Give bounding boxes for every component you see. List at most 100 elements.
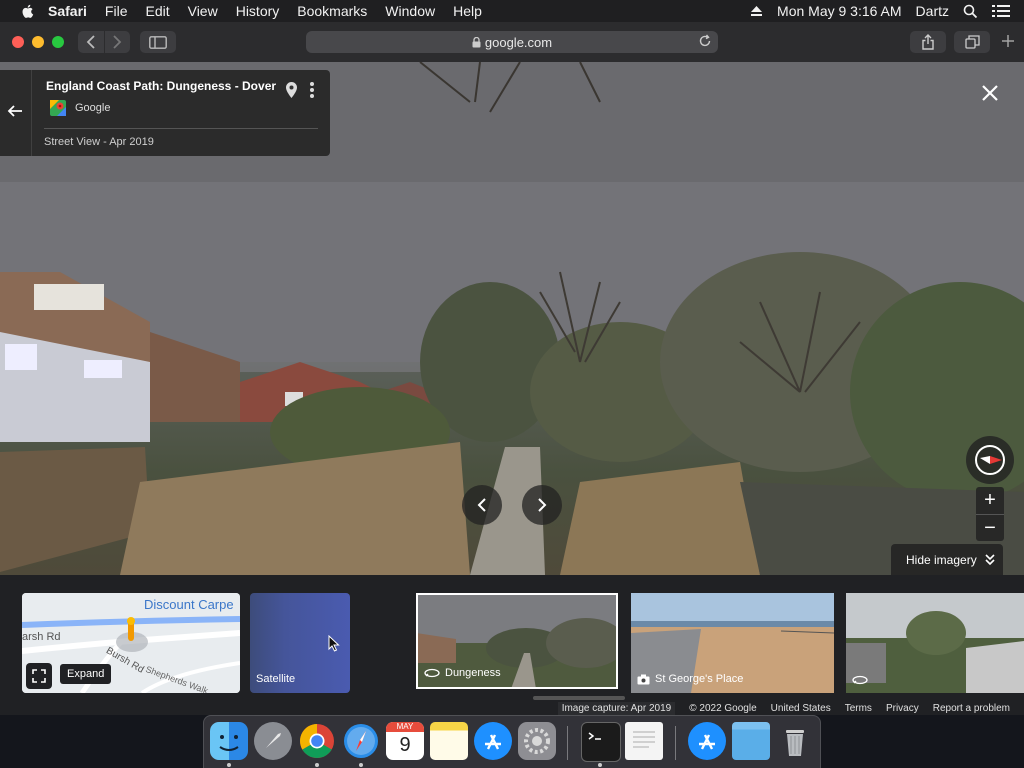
back-button[interactable]	[78, 31, 104, 53]
menu-history[interactable]: History	[236, 3, 280, 19]
safari-logo	[344, 724, 378, 758]
mouse-cursor-icon	[328, 635, 340, 652]
menu-file[interactable]: File	[105, 3, 128, 19]
textedit-icon[interactable]	[625, 722, 663, 760]
satellite-label: Satellite	[256, 673, 296, 685]
finder-icon[interactable]	[210, 722, 248, 760]
expand-icon	[32, 669, 46, 683]
terminal-icon[interactable]	[581, 722, 621, 762]
system-preferences-icon[interactable]	[518, 722, 556, 760]
dock-separator	[675, 726, 676, 760]
document-lines-glyph	[633, 731, 655, 748]
dock-separator	[567, 726, 568, 760]
double-chevron-down-icon	[985, 553, 995, 565]
menubar-clock[interactable]: Mon May 9 3:16 AM	[777, 3, 902, 19]
menu-view[interactable]: View	[188, 3, 218, 19]
map-road-label: arsh Rd	[22, 631, 61, 643]
menu-bookmarks[interactable]: Bookmarks	[297, 3, 367, 19]
apple-icon[interactable]	[20, 3, 36, 19]
menu-edit[interactable]: Edit	[145, 3, 169, 19]
location-pin-icon[interactable]	[285, 81, 298, 99]
360-view-icon	[852, 675, 868, 685]
map-thumbnail[interactable]: Discount Carpe arsh Rd Bursh Rd Shepherd…	[22, 593, 240, 693]
address-bar[interactable]: google.com	[306, 31, 718, 53]
more-options-icon[interactable]	[309, 81, 315, 99]
close-window-button[interactable]	[12, 36, 24, 48]
share-icon	[922, 34, 934, 50]
street-view-info-card: England Coast Path: Dungeness - Dover Go…	[0, 70, 330, 156]
notes-icon[interactable]	[430, 722, 468, 760]
menubar-user[interactable]: Dartz	[916, 3, 949, 19]
zoom-window-button[interactable]	[52, 36, 64, 48]
eject-icon[interactable]	[750, 5, 763, 17]
menu-window[interactable]: Window	[385, 3, 435, 19]
trash-can-glyph	[786, 730, 804, 756]
safari-toolbar: google.com	[0, 22, 1024, 63]
launchpad-icon[interactable]	[254, 722, 292, 760]
running-indicator	[315, 763, 319, 767]
show-tabs-button[interactable]	[954, 31, 990, 53]
calendar-day: 9	[399, 734, 411, 756]
app-store-folder-icon[interactable]	[688, 722, 726, 760]
app-store-icon[interactable]	[474, 722, 512, 760]
minimize-window-button[interactable]	[32, 36, 44, 48]
imagery-thumbnail-st-georges-place[interactable]: St George's Place	[631, 593, 834, 693]
terms-link[interactable]: Terms	[845, 703, 872, 714]
compass-icon	[975, 445, 1005, 475]
zoom-controls: + −	[976, 487, 1004, 541]
street-view-date: Street View - Apr 2019	[44, 136, 154, 148]
control-center-icon[interactable]	[992, 4, 1010, 18]
zoom-out-button[interactable]: −	[976, 515, 1004, 542]
history-nav-group	[78, 31, 130, 53]
calendar-icon[interactable]: MAY 9	[386, 722, 424, 760]
reload-icon[interactable]	[698, 34, 712, 48]
compass-control[interactable]	[966, 436, 1014, 484]
thumbnail-label	[852, 675, 873, 685]
spotlight-search-icon[interactable]	[963, 4, 978, 19]
privacy-link[interactable]: Privacy	[886, 703, 919, 714]
provider-name: Google	[75, 102, 111, 114]
gear-icon	[524, 728, 550, 754]
chevron-left-icon	[477, 498, 486, 512]
360-view-icon	[424, 668, 440, 678]
next-image-button[interactable]	[522, 485, 562, 525]
tabs-overview-icon	[964, 35, 980, 49]
thumbnail-title: St George's Place	[655, 673, 744, 685]
close-street-view-icon[interactable]	[978, 81, 1002, 105]
downloads-folder-icon[interactable]	[732, 722, 770, 760]
expand-tooltip: Expand	[60, 664, 112, 684]
window-controls	[12, 36, 72, 48]
google-maps-icon	[50, 100, 66, 116]
satellite-thumbnail[interactable]: Satellite	[250, 593, 350, 693]
sidebar-icon	[149, 35, 167, 49]
zoom-in-button[interactable]: +	[976, 487, 1004, 515]
thumbnail-title: Dungeness	[445, 667, 501, 679]
hide-imagery-label: Hide imagery	[906, 552, 977, 567]
map-poi-label: Discount Carpe	[144, 597, 234, 612]
dock: MAY 9	[203, 715, 821, 768]
back-arrow-icon[interactable]	[7, 104, 23, 118]
hide-imagery-button[interactable]: Hide imagery	[891, 544, 1003, 575]
sidebar-toggle-button[interactable]	[140, 31, 176, 53]
forward-button[interactable]	[103, 31, 131, 53]
thumbnail-label: St George's Place	[637, 673, 743, 685]
menu-app-name[interactable]: Safari	[48, 3, 87, 19]
menu-help[interactable]: Help	[453, 3, 482, 19]
share-button[interactable]	[910, 31, 946, 53]
expand-map-button[interactable]	[26, 663, 52, 689]
camera-icon	[637, 674, 650, 684]
previous-image-button[interactable]	[462, 485, 502, 525]
app-store-glyph	[699, 734, 715, 750]
imagery-strip: Discount Carpe arsh Rd Bursh Rd Shepherd…	[0, 575, 1024, 715]
imagery-thumbnail-dungeness[interactable]: Dungeness	[416, 593, 618, 689]
new-tab-icon[interactable]	[1001, 34, 1015, 48]
image-capture-date: Image capture: Apr 2019	[557, 701, 676, 715]
region-link[interactable]: United States	[771, 703, 831, 714]
trash-icon[interactable]	[776, 722, 814, 760]
chrome-icon[interactable]	[298, 722, 336, 760]
lock-icon	[472, 36, 481, 47]
imagery-thumbnail-path[interactable]	[846, 593, 1024, 693]
safari-icon[interactable]	[342, 722, 380, 760]
info-card-separator	[31, 70, 32, 156]
report-problem-link[interactable]: Report a problem	[933, 703, 1010, 714]
